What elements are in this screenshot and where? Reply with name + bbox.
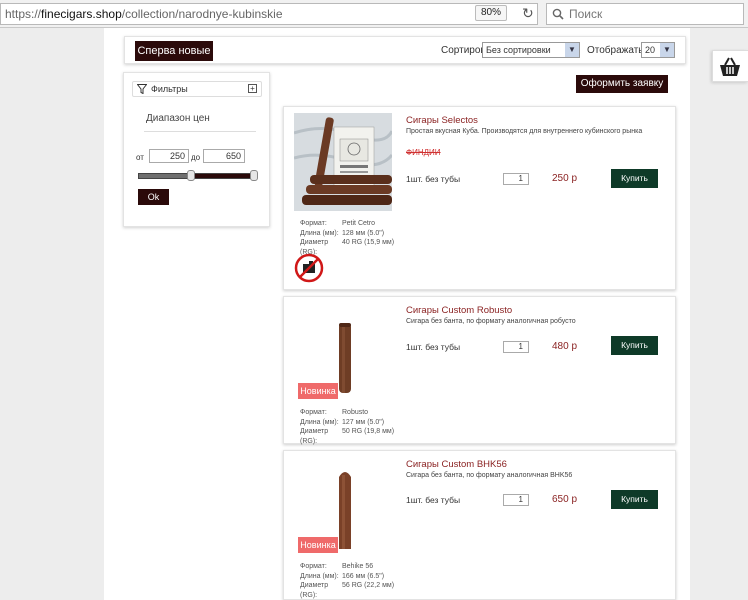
new-badge: Новинка: [298, 383, 338, 399]
price-slider-range: [191, 174, 255, 178]
spec-length-value: 166 мм (6.5"): [342, 572, 385, 580]
product-title[interactable]: Сигары Selectos: [406, 115, 478, 126]
spec-format-label: Формат:: [300, 563, 327, 570]
spec-diameter-value: 40 RG (15,9 мм): [342, 239, 395, 246]
product-card: Формат: Petit Cetro Длина (мм): 128 мм (5.…: [283, 106, 676, 290]
filter-title: Фильтры: [151, 84, 188, 94]
chevron-down-icon: ▼: [660, 43, 674, 57]
product-strike-text: ФИНДИИ: [406, 148, 441, 157]
new-badge: Новинка: [298, 537, 338, 553]
sort-select-value: Без сортировки: [486, 45, 551, 55]
quantity-input[interactable]: 1: [503, 341, 529, 353]
spec-length-value: 128 мм (5.0"): [342, 229, 385, 237]
url-host: finecigars.shop: [41, 7, 122, 21]
basket-icon: [720, 57, 740, 76]
unit-label: 1шт. без тубы: [406, 174, 461, 184]
zoom-indicator[interactable]: 80%: [475, 5, 507, 21]
price-to-label: до: [191, 153, 201, 162]
price-from-label: от: [136, 153, 144, 162]
product-description: Сигара без банта, по формату аналогичная…: [406, 318, 576, 325]
spec-length-label: Длина (мм):: [300, 229, 339, 237]
product-specs: Формат: Petit Cetro Длина (мм): 128 мм (5.…: [300, 219, 394, 257]
price-from-input[interactable]: 250: [149, 149, 189, 163]
spec-length-label: Длина (мм):: [300, 572, 339, 580]
spec-format-value: Behike 56: [342, 563, 374, 570]
search-placeholder: Поиск: [569, 7, 603, 21]
cart-button[interactable]: [712, 50, 748, 82]
product-card: Новинка Формат: Robusto Длина (мм): 127 мм…: [283, 296, 676, 446]
product-description: Сигара без банта, по формату аналогичная…: [406, 472, 573, 479]
sort-newest-button[interactable]: Сперва новые: [135, 41, 213, 61]
unit-label: 1шт. без тубы: [406, 495, 461, 505]
per-page-value: 20: [645, 45, 656, 55]
spec-format-value: Robusto: [342, 409, 369, 416]
spec-diameter-label: Диаметр (RG):: [300, 428, 329, 445]
address-bar[interactable]: https://finecigars.shop/collection/narod…: [0, 3, 538, 25]
buy-button[interactable]: Купить: [611, 336, 658, 355]
chevron-down-icon: ▼: [565, 43, 579, 57]
product-price: 250 р: [552, 173, 578, 184]
spec-diameter-value: 50 RG (19,8 мм): [342, 428, 395, 435]
per-page-select[interactable]: 20 ▼: [641, 42, 675, 58]
spec-diameter-label: Диаметр (RG):: [300, 582, 329, 599]
product-specs: Формат: Behike 56 Длина (мм): 166 мм (6.5"…: [300, 562, 394, 600]
spec-length-value: 127 мм (5.0"): [342, 418, 385, 426]
expand-icon[interactable]: +: [248, 84, 257, 93]
search-input[interactable]: Поиск: [546, 3, 744, 25]
search-icon: [552, 8, 564, 20]
product-specs: Формат: Robusto Длина (мм): 127 мм (5.0") …: [300, 408, 394, 446]
product-image: [294, 113, 392, 211]
product-description: Простая вкусная Куба. Производятся для в…: [406, 128, 643, 135]
spec-length-label: Длина (мм):: [300, 418, 339, 426]
sort-toolbar: Сперва новые Сортировка Без сортировки ▼ …: [124, 36, 686, 64]
product-title[interactable]: Сигары Custom Robusto: [406, 305, 512, 316]
spec-format-label: Формат:: [300, 220, 327, 227]
product-price: 480 р: [552, 341, 578, 352]
quantity-input[interactable]: 1: [503, 173, 529, 185]
product-card: Новинка Формат: Behike 56 Длина (мм): 166 …: [283, 450, 676, 600]
product-title[interactable]: Сигары Custom BHK56: [406, 459, 507, 470]
product-price: 650 р: [552, 494, 578, 505]
price-slider[interactable]: [138, 173, 256, 179]
filter-panel: Фильтры + Диапазон цен от 250 до 650 Ok: [123, 72, 270, 227]
divider: [144, 131, 256, 132]
url-path: /collection/narodnye-kubinskie: [121, 7, 283, 21]
sort-select[interactable]: Без сортировки ▼: [482, 42, 580, 58]
price-slider-min-handle[interactable]: [187, 170, 196, 181]
buy-button[interactable]: Купить: [611, 169, 658, 188]
unit-label: 1шт. без тубы: [406, 342, 461, 352]
filter-ok-button[interactable]: Ok: [138, 189, 169, 205]
spec-format-label: Формат:: [300, 409, 327, 416]
price-to-input[interactable]: 650: [203, 149, 245, 163]
reload-icon[interactable]: ↻: [522, 4, 534, 22]
not-recommended-icon: [294, 253, 324, 283]
price-slider-max-handle[interactable]: [250, 170, 258, 181]
spec-diameter-value: 56 RG (22,2 мм): [342, 582, 395, 589]
spec-format-value: Petit Cetro: [342, 220, 376, 227]
funnel-icon: [137, 84, 147, 94]
price-range-title: Диапазон цен: [146, 113, 210, 124]
url-scheme: https://: [5, 7, 42, 21]
filter-toggle[interactable]: Фильтры +: [132, 81, 262, 97]
buy-button[interactable]: Купить: [611, 490, 658, 509]
quantity-input[interactable]: 1: [503, 494, 529, 506]
place-order-button[interactable]: Оформить заявку: [576, 75, 668, 93]
browser-toolbar: https://finecigars.shop/collection/narod…: [0, 0, 748, 28]
